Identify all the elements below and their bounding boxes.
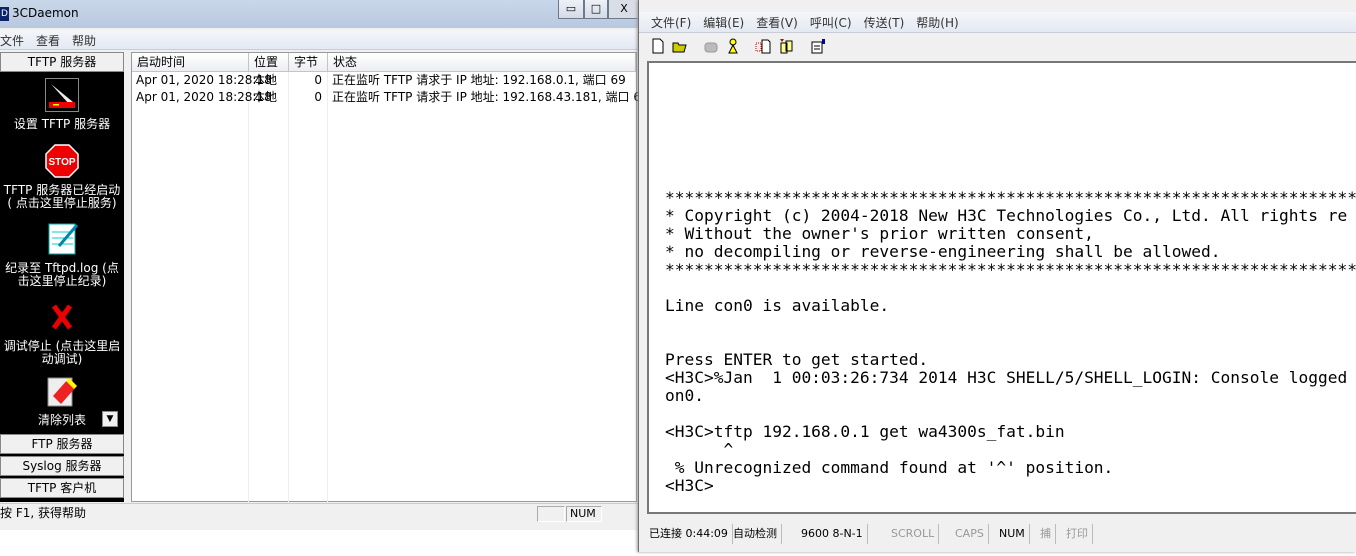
section-tftp-server[interactable]: TFTP 服务器 — [0, 52, 124, 72]
column-header-location[interactable]: 位置 — [249, 53, 289, 72]
properties-icon[interactable] — [810, 38, 826, 54]
menu-item[interactable]: 传送(T) — [858, 12, 911, 33]
status-port-params: 9600 8-N-1 — [797, 524, 868, 544]
sidebar-item-label: 纪录至 Tftpd.log (点击这里停止纪录) — [5, 261, 119, 288]
menu-item[interactable]: 文件(F) — [639, 12, 697, 33]
hyperterminal-window: 文件(F) 编辑(E) 查看(V) 呼叫(C) 传送(T) 帮助(H) *********… — [638, 0, 1356, 552]
cell-start-time: Apr 01, 2020 18:28:18 — [136, 90, 272, 104]
cell-status: 正在监听 TFTP 请求于 IP 地址: 192.168.0.1, 端口 69 — [332, 73, 626, 87]
status-auto-detect: 自动检测 — [729, 524, 782, 544]
menu-item[interactable]: 查看(V) — [750, 12, 804, 33]
menu-bar: 文件(F) 编辑(E) 查看(V) 呼叫(C) 传送(T) 帮助(H) — [639, 12, 1356, 33]
status-bar: 按 F1, 获得帮助 NUM — [0, 503, 640, 523]
sidebar-item-stop-server[interactable]: STOP TFTP 服务器已经启动 ( 点击这里停止服务) — [0, 144, 124, 210]
scroll-down-button[interactable]: ▼ — [102, 411, 118, 427]
menu-item[interactable]: 呼叫(C) — [804, 12, 858, 33]
sidebar-item-debug[interactable]: 调试停止 (点击这里启动调试) — [0, 300, 124, 366]
window-title: 3CDaemon — [12, 6, 79, 20]
table-row[interactable]: Apr 01, 2020 18:28:18 本地 0 正在监听 TFTP 请求于 IP… — [132, 89, 649, 106]
knife-settings-icon — [45, 78, 79, 112]
terminal-output: ****************************************… — [665, 188, 1356, 495]
status-num: NUM — [566, 506, 602, 522]
phone-icon[interactable] — [703, 38, 719, 54]
menu-help[interactable]: 帮助 — [66, 30, 102, 51]
eraser-icon — [47, 377, 77, 407]
status-print: 打印 — [1062, 524, 1093, 544]
sidebar-item-setup-tftp[interactable]: 设置 TFTP 服务器 — [0, 78, 124, 131]
3cdaemon-window: D 3CDaemon ▭ □ X 文件 查看 帮助 TFTP 服务器 设置 TFTP… — [0, 0, 649, 530]
menu-item[interactable]: 编辑(E) — [697, 12, 750, 33]
status-pane-empty — [537, 506, 565, 522]
status-connected-time: 已连接 0:44:09 — [645, 524, 733, 544]
menu-view[interactable]: 查看 — [30, 30, 66, 51]
cell-location: 本地 — [253, 90, 278, 104]
table-row[interactable]: Apr 01, 2020 18:28:18 本地 0 正在监听 TFTP 请求于 IP… — [132, 72, 636, 89]
status-num: NUM — [995, 524, 1030, 544]
disconnect-icon[interactable] — [725, 38, 741, 54]
red-x-debug-icon — [51, 304, 73, 330]
status-caps: CAPS — [951, 524, 989, 544]
app-icon: D — [0, 7, 9, 21]
minimize-button[interactable]: ▭ — [558, 0, 584, 19]
log-table: 启动时间 位置 字节 状态 Apr 01, 2020 18:28:18 本地 0 正在… — [131, 52, 649, 502]
toolbar — [639, 34, 1356, 59]
menu-file[interactable]: 文件 — [0, 30, 30, 51]
table-body: Apr 01, 2020 18:28:18 本地 0 正在监听 TFTP 请求于 IP… — [132, 72, 649, 106]
open-icon[interactable] — [672, 38, 688, 54]
menu-item[interactable]: 帮助(H) — [910, 12, 964, 33]
new-icon[interactable] — [650, 38, 666, 54]
section-tftp-client[interactable]: TFTP 客户机 — [0, 478, 124, 498]
sidebar-item-label: 设置 TFTP 服务器 — [13, 117, 111, 131]
stop-sign-icon: STOP — [45, 144, 79, 178]
send-icon[interactable] — [755, 38, 771, 54]
status-bar: 已连接 0:44:09 自动检测 9600 8-N-1 SCROLL CAPS … — [639, 522, 1356, 546]
terminal-screen[interactable]: ****************************************… — [647, 61, 1356, 514]
column-header-status[interactable]: 状态 — [328, 53, 636, 72]
sidebar: TFTP 服务器 设置 TFTP 服务器 STOP TFTP 服务器已经启动 (… — [0, 52, 124, 502]
maximize-button[interactable]: □ — [584, 0, 608, 19]
menu-bar: 文件 查看 帮助 — [0, 30, 640, 50]
status-scroll: SCROLL — [887, 524, 940, 544]
notebook-log-icon — [48, 223, 79, 255]
title-bar[interactable]: D 3CDaemon ▭ □ X — [0, 0, 640, 28]
cell-start-time: Apr 01, 2020 18:28:18 — [136, 73, 272, 87]
close-button[interactable]: X — [608, 0, 640, 19]
column-header-start-time[interactable]: 启动时间 — [132, 53, 249, 72]
cell-status: 正在监听 TFTP 请求于 IP 地址: 192.168.43.181, 端口 … — [332, 90, 649, 104]
section-ftp-server[interactable]: FTP 服务器 — [0, 434, 124, 454]
section-syslog-server[interactable]: Syslog 服务器 — [0, 456, 124, 476]
status-capture: 捕 — [1036, 524, 1056, 544]
cell-bytes: 0 — [314, 73, 322, 87]
sidebar-item-logging[interactable]: 纪录至 Tftpd.log (点击这里停止纪录) — [0, 222, 124, 288]
receive-icon[interactable] — [778, 38, 794, 54]
status-help-text: 按 F1, 获得帮助 — [0, 506, 86, 520]
sidebar-item-label: 调试停止 (点击这里启动调试) — [3, 339, 121, 366]
column-header-bytes[interactable]: 字节 — [289, 53, 328, 72]
sidebar-item-label: TFTP 服务器已经启动 ( 点击这里停止服务) — [3, 183, 121, 210]
cell-location: 本地 — [253, 73, 278, 87]
cell-bytes: 0 — [314, 90, 322, 104]
svg-text:STOP: STOP — [48, 157, 75, 168]
